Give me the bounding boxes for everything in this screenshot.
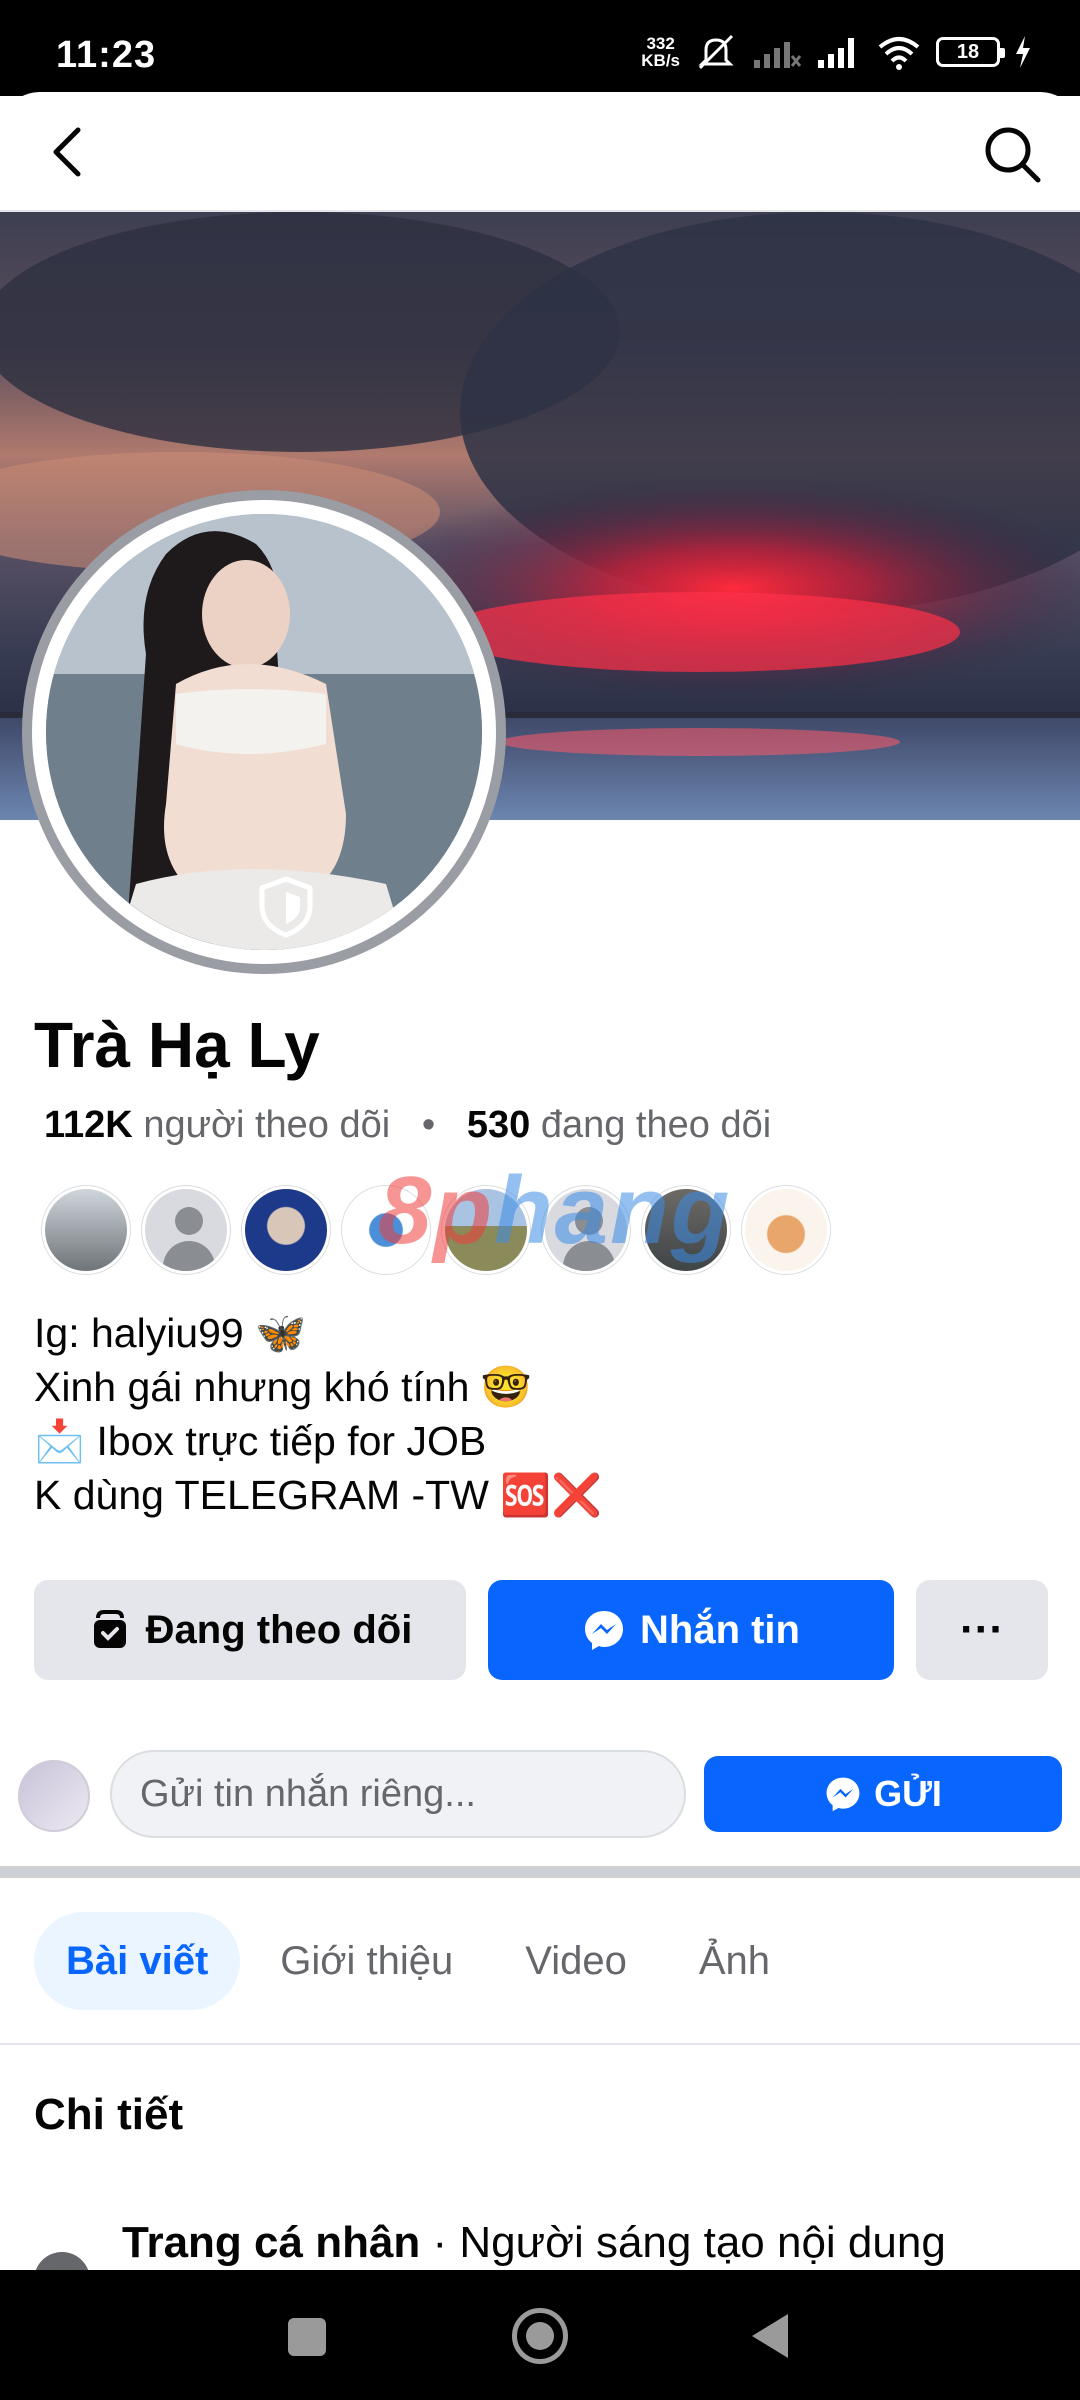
tab-about[interactable]: Giới thiệu	[248, 1912, 485, 2010]
battery-level: 18	[956, 40, 980, 63]
bio-line: 📩 Ibox trực tiếp for JOB	[34, 1418, 487, 1464]
following-button-label: Đang theo dõi	[145, 1607, 413, 1652]
follower-avatar[interactable]	[642, 1186, 730, 1274]
charging-icon	[1016, 36, 1030, 68]
top-bar	[0, 92, 1080, 212]
bio-line: Xinh gái nhưng khó tính 🤓	[34, 1364, 532, 1410]
network-speed-unit: KB/s	[641, 51, 680, 70]
mute-icon	[698, 34, 734, 70]
following-label[interactable]: đang theo dõi	[541, 1104, 771, 1146]
status-bar: 11:23 332 KB/s 18	[0, 0, 1080, 96]
network-speed-value: 332	[646, 34, 675, 53]
follower-avatar[interactable]	[542, 1186, 630, 1274]
shield-icon	[259, 876, 313, 938]
followers-label[interactable]: người theo dõi	[143, 1104, 390, 1146]
system-back-button[interactable]	[752, 2314, 788, 2358]
bio-line: K dùng TELEGRAM -TW 🆘❌	[34, 1472, 603, 1518]
more-icon: ···	[960, 1605, 1004, 1654]
send-button[interactable]: GỬI	[704, 1756, 1062, 1832]
bookmark-icon	[93, 1610, 126, 1648]
profile-avatar[interactable]	[22, 490, 506, 974]
bio-line: Ig: halyiu99 🦋	[34, 1310, 307, 1356]
home-button[interactable]	[512, 2308, 568, 2364]
following-count[interactable]: 530	[467, 1104, 530, 1146]
tabs-divider	[0, 2043, 1080, 2045]
followers-count[interactable]: 112K	[44, 1104, 133, 1146]
battery-icon: 18	[936, 37, 1005, 67]
stats-separator: •	[421, 1104, 436, 1146]
back-icon[interactable]	[40, 122, 100, 182]
status-icons: 332 KB/s 18	[641, 30, 1032, 74]
message-button[interactable]: Nhắn tin	[488, 1580, 894, 1680]
profile-bio: Ig: halyiu99 🦋 Xinh gái nhưng khó tính 🤓…	[34, 1306, 602, 1522]
profile-photo	[46, 514, 482, 950]
detail-row-profile-type: Trang cá nhân · Người sáng tạo nội dung	[122, 2218, 946, 2268]
wifi-icon	[878, 37, 920, 70]
follower-avatar[interactable]	[742, 1186, 830, 1274]
recents-button[interactable]	[288, 2318, 326, 2356]
signal-icon-2	[818, 38, 854, 68]
mutual-followers-row[interactable]	[42, 1186, 830, 1276]
tab-posts[interactable]: Bài viết	[34, 1912, 241, 2010]
follower-avatar[interactable]	[42, 1186, 130, 1274]
tab-video[interactable]: Video	[493, 1912, 659, 2010]
section-divider	[0, 1866, 1080, 1878]
follower-avatar[interactable]	[242, 1186, 330, 1274]
message-button-label: Nhắn tin	[640, 1607, 800, 1652]
detail-row-label: Trang cá nhân	[122, 2218, 421, 2267]
messenger-icon	[585, 1611, 623, 1650]
details-title: Chi tiết	[34, 2090, 184, 2139]
send-button-label: GỬI	[874, 1773, 942, 1814]
follower-avatar[interactable]	[142, 1186, 230, 1274]
search-icon[interactable]	[980, 122, 1044, 186]
profile-name: Trà Hạ Ly	[34, 1009, 320, 1081]
follower-avatar[interactable]	[342, 1186, 430, 1274]
my-avatar	[18, 1760, 90, 1832]
follower-avatar[interactable]	[442, 1186, 530, 1274]
tab-photos[interactable]: Ảnh	[667, 1912, 802, 2010]
follow-stats: 112K người theo dõi • 530 đang theo dõi	[44, 1104, 771, 1147]
signal-icon-1	[754, 42, 802, 68]
network-speed: 332 KB/s	[641, 35, 680, 69]
system-nav-bar	[0, 2270, 1080, 2400]
more-options-button[interactable]: ···	[916, 1580, 1048, 1680]
messenger-icon	[826, 1777, 860, 1812]
status-time: 11:23	[56, 34, 157, 76]
profile-tabs: Bài viết Giới thiệu Video Ảnh	[34, 1912, 802, 2010]
detail-row-value: · Người sáng tạo nội dung	[420, 2218, 946, 2267]
private-message-input[interactable]	[110, 1750, 686, 1838]
following-button[interactable]: Đang theo dõi	[34, 1580, 466, 1680]
